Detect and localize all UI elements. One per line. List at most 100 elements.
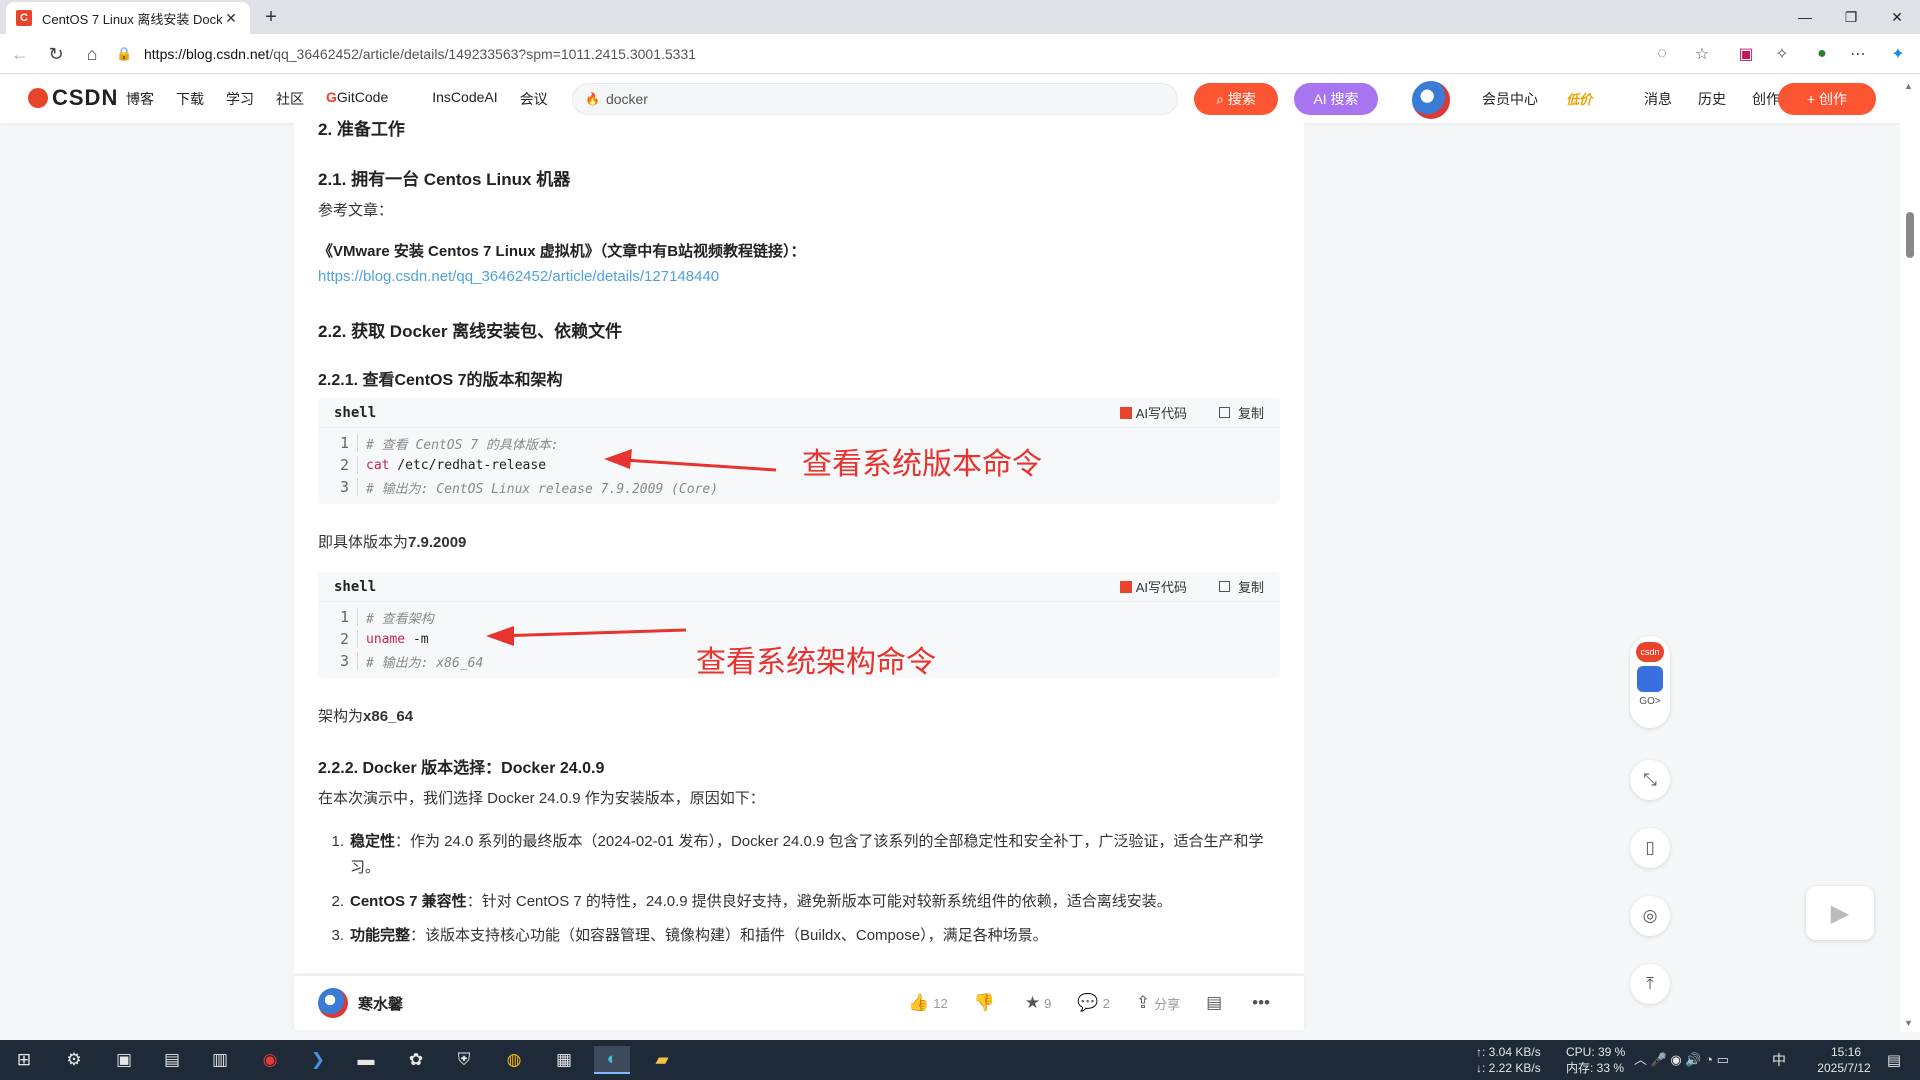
thumb-down-icon: 👎 xyxy=(973,993,995,1012)
tab-close-icon[interactable]: ✕ xyxy=(222,10,240,27)
more-button[interactable]: ••• xyxy=(1252,993,1274,1013)
annotation-arrow-arch-icon xyxy=(486,626,687,646)
app-icon[interactable]: ▥ xyxy=(202,1046,238,1074)
home-icon[interactable]: ⌂ xyxy=(80,42,104,66)
app-icon[interactable]: ▣ xyxy=(106,1046,142,1074)
page-scrollbar[interactable]: ▲ ▼ xyxy=(1900,75,1920,1032)
annotation-arrow-version-icon xyxy=(604,449,777,472)
article-content: 2. 准备工作 2.1. 拥有一台 Centos Linux 机器 参考文章： … xyxy=(294,120,1304,973)
search-button[interactable]: ⌕ 搜索 xyxy=(1194,83,1278,115)
messages-link[interactable]: 消息 xyxy=(1644,89,1672,109)
address-bar[interactable]: 🔒 https://blog.csdn.net /qq_36462452/art… xyxy=(116,40,1676,68)
more-dots-icon: ••• xyxy=(1252,993,1270,1012)
csdn-favicon-icon: C xyxy=(16,10,32,26)
tray-icons[interactable]: ︿ 🎤 ◉ 🔊 ◔ ▭ xyxy=(1634,1052,1729,1068)
comment-icon: 💬 xyxy=(1077,993,1099,1012)
edge-icon[interactable]: ◐ xyxy=(594,1046,630,1074)
browser-toolbar: ← ↻ ⌂ 🔒 https://blog.csdn.net /qq_364624… xyxy=(0,34,1920,74)
app-icon[interactable]: ◉ xyxy=(252,1046,288,1074)
settings-icon[interactable]: ⚙ xyxy=(56,1046,92,1074)
user-avatar[interactable] xyxy=(1410,79,1452,121)
browser-tab-strip: C CentOS 7 Linux 离线安装 Docker ✕ + — ❐ ✕ xyxy=(0,0,1920,34)
gitcode-icon: G xyxy=(326,89,337,105)
comment-button[interactable]: 💬 2 xyxy=(1077,993,1109,1013)
notification-icon[interactable]: ▤ xyxy=(1876,1046,1912,1074)
security-shield-icon[interactable]: ⛨ xyxy=(446,1046,482,1074)
dislike-button[interactable]: 👎 xyxy=(974,993,999,1013)
scroll-thumb[interactable] xyxy=(1906,212,1914,258)
csdn-logo[interactable]: CSDN xyxy=(28,85,118,111)
file-explorer-icon[interactable]: ▰ xyxy=(644,1046,680,1074)
video-play-icon[interactable]: ▶ xyxy=(1806,886,1874,940)
calculator-icon[interactable]: ▦ xyxy=(546,1046,582,1074)
hot-fire-icon: 🔥 xyxy=(585,92,600,106)
share-icon: ⇪ xyxy=(1135,993,1151,1012)
member-badge: 低价 xyxy=(1566,92,1593,107)
author-name[interactable]: 寒水馨 xyxy=(358,993,403,1014)
csdn-nav: 博客 下载 学习 社区 GGitCode InsCodeAI 会议 xyxy=(126,89,570,109)
annotation-arch-command: 查看系统架构命令 xyxy=(696,646,936,679)
browser-tab[interactable]: C CentOS 7 Linux 离线安装 Docker ✕ xyxy=(6,2,250,34)
reload-icon[interactable]: ↻ xyxy=(44,42,68,66)
profile-icon[interactable]: ● xyxy=(1810,42,1834,66)
mobile-icon[interactable]: ▯ xyxy=(1630,828,1670,868)
pdf-icon: ▤ xyxy=(1206,993,1223,1012)
scroll-down-icon[interactable]: ▼ xyxy=(1904,1018,1913,1028)
url-host: https://blog.csdn.net xyxy=(144,46,270,62)
favorite-star-icon[interactable]: ☆ xyxy=(1690,42,1714,66)
nav-learn[interactable]: 学习 xyxy=(226,89,254,109)
nav-download[interactable]: 下载 xyxy=(176,89,204,109)
pdf-button[interactable]: ▤ xyxy=(1206,993,1226,1013)
search-icon: ⌕ xyxy=(1216,90,1224,107)
favorite-button[interactable]: ★ 9 xyxy=(1025,993,1051,1013)
csdn-logo-icon xyxy=(28,88,48,108)
more-menu-icon[interactable]: ⋯ xyxy=(1846,42,1870,66)
nav-blog[interactable]: 博客 xyxy=(126,89,154,109)
nav-community[interactable]: 社区 xyxy=(276,89,304,109)
csdn-float-widget[interactable]: csdn GO> xyxy=(1630,636,1670,728)
restore-icon[interactable]: ❐ xyxy=(1828,0,1874,34)
history-link[interactable]: 历史 xyxy=(1698,89,1726,109)
memory-usage: 内存: 33 % xyxy=(1566,1061,1625,1075)
csdn-header: CSDN 博客 下载 学习 社区 GGitCode InsCodeAI 会议 🔥… xyxy=(0,75,1920,123)
create-button[interactable]: + 创作 xyxy=(1778,83,1876,115)
scroll-up-icon[interactable]: ▲ xyxy=(1904,81,1913,91)
net-up-speed: ↑: 3.04 KB/s xyxy=(1476,1045,1541,1059)
star-icon: ★ xyxy=(1024,993,1041,1012)
terminal-icon[interactable]: ▬ xyxy=(348,1046,384,1074)
ime-indicator[interactable]: 中 xyxy=(1772,1052,1786,1068)
search-input[interactable]: 🔥 docker xyxy=(572,83,1178,115)
extensions-puzzle-icon[interactable]: ✧ xyxy=(1770,42,1794,66)
like-button[interactable]: 👍 12 xyxy=(908,993,948,1013)
chat-icon[interactable]: ◎ xyxy=(1630,896,1670,936)
powershell-icon[interactable]: ❯ xyxy=(300,1046,336,1074)
reader-icon[interactable]: ◌ xyxy=(1650,42,1674,66)
share-button[interactable]: ⇪ 分享 xyxy=(1136,993,1180,1013)
collapse-icon[interactable]: ⤡ xyxy=(1630,760,1670,800)
app-icon[interactable]: ✿ xyxy=(398,1046,434,1074)
lock-icon[interactable]: 🔒 xyxy=(116,46,136,62)
windows-taskbar: ⊞ ⚙ ▣ ▤ ▥ ◉ ❯ ▬ ✿ ⛨ ◍ ▦ ◐ ▰ ↑: 3.04 KB/s… xyxy=(0,1040,1920,1080)
windows-start-icon[interactable]: ⊞ xyxy=(6,1046,42,1074)
extension-icon[interactable]: ▣ xyxy=(1734,42,1758,66)
back-icon[interactable]: ← xyxy=(8,42,32,66)
annotation-arrows xyxy=(486,449,777,646)
minimize-icon[interactable]: — xyxy=(1782,0,1828,34)
nav-meeting[interactable]: 会议 xyxy=(520,89,548,109)
clock-date[interactable]: 2025/7/12 xyxy=(1806,1060,1882,1076)
new-tab-button[interactable]: + xyxy=(258,4,284,30)
ai-search-button[interactable]: AI 搜索 xyxy=(1294,83,1378,115)
nav-gitcode[interactable]: GGitCode xyxy=(326,89,410,109)
nav-inscodeai[interactable]: InsCodeAI xyxy=(432,89,497,109)
app-icon[interactable]: ▤ xyxy=(154,1046,190,1074)
clock-time[interactable]: 15:16 xyxy=(1816,1044,1876,1060)
net-down-speed: ↓: 2.22 KB/s xyxy=(1476,1061,1541,1075)
author-toolbar: 寒水馨 👍 12 👎 ★ 9 💬 2 ⇪ 分享 ▤ ••• xyxy=(294,976,1304,1030)
chrome-icon[interactable]: ◍ xyxy=(496,1046,532,1074)
member-center-link[interactable]: 会员中心 低价 xyxy=(1482,89,1618,109)
back-to-top-icon[interactable]: ⤒ xyxy=(1630,964,1670,1004)
author-avatar[interactable] xyxy=(318,988,348,1018)
url-path: /qq_36462452/article/details/149233563?s… xyxy=(269,46,697,62)
copilot-icon[interactable]: ✦ xyxy=(1886,42,1910,66)
close-window-icon[interactable]: ✕ xyxy=(1874,0,1920,34)
